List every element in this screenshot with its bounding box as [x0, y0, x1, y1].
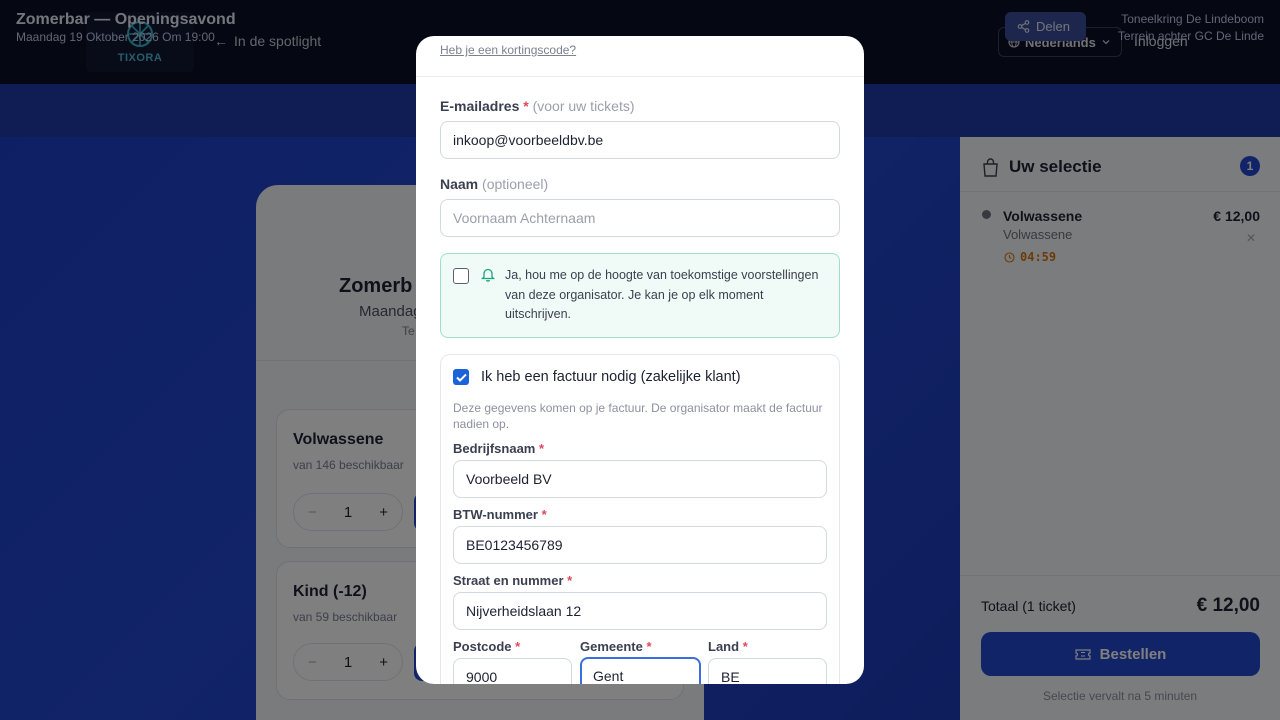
city-label: Gemeente * — [580, 639, 652, 654]
street-label: Straat en nummer * — [453, 573, 572, 588]
email-hint: (voor uw tickets) — [532, 98, 635, 114]
street-field[interactable]: Nijverheidslaan 12 — [453, 592, 827, 630]
email-label-text: E-mailadres — [440, 98, 520, 114]
required-marker: * — [539, 441, 545, 456]
checkout-modal: Heb je een kortingscode? E-mailadres * (… — [416, 36, 864, 684]
company-label: Bedrijfsnaam * — [453, 441, 544, 456]
required-marker: * — [541, 507, 547, 522]
name-field[interactable]: Voornaam Achternaam — [440, 199, 840, 237]
country-label: Land * — [708, 639, 748, 654]
country-field[interactable]: BE — [708, 658, 827, 684]
name-label-text: Naam — [440, 176, 479, 192]
postcode-label: Postcode * — [453, 639, 520, 654]
bell-icon — [481, 268, 495, 282]
company-name-field[interactable]: Voorbeeld BV — [453, 460, 827, 498]
street-label-text: Straat en nummer — [453, 573, 564, 588]
invoice-note: Deze gegevens komen op je factuur. De or… — [453, 401, 823, 431]
city-field[interactable]: Gent — [580, 657, 701, 684]
name-label: Naam (optioneel) — [440, 176, 548, 192]
name-hint: (optioneel) — [482, 176, 549, 192]
required-marker: * — [523, 98, 529, 114]
checkmark-icon — [455, 373, 467, 382]
vat-label: BTW-nummer * — [453, 507, 547, 522]
newsletter-checkbox[interactable] — [453, 268, 469, 284]
newsletter-optin: Ja, hou me op de hoogte van toekomstige … — [440, 253, 840, 338]
country-label-text: Land — [708, 639, 740, 654]
vat-label-text: BTW-nummer — [453, 507, 538, 522]
city-label-text: Gemeente — [580, 639, 643, 654]
email-label: E-mailadres * (voor uw tickets) — [440, 98, 635, 114]
discount-code-link[interactable]: Heb je een kortingscode? — [440, 43, 576, 57]
vat-number-field[interactable]: BE0123456789 — [453, 526, 827, 564]
required-marker: * — [515, 639, 521, 654]
required-marker: * — [742, 639, 748, 654]
invoice-label[interactable]: Ik heb een factuur nodig (zakelijke klan… — [481, 369, 741, 385]
company-label-text: Bedrijfsnaam — [453, 441, 536, 456]
invoice-checkbox[interactable] — [453, 369, 469, 385]
newsletter-text: Ja, hou me op de hoogte van toekomstige … — [505, 268, 819, 321]
postcode-field[interactable]: 9000 — [453, 658, 572, 684]
required-marker: * — [567, 573, 573, 588]
modal-divider — [416, 76, 864, 77]
invoice-section: Ik heb een factuur nodig (zakelijke klan… — [440, 354, 840, 684]
postcode-label-text: Postcode — [453, 639, 512, 654]
email-field[interactable]: inkoop@voorbeeldbv.be — [440, 121, 840, 159]
required-marker: * — [646, 639, 652, 654]
